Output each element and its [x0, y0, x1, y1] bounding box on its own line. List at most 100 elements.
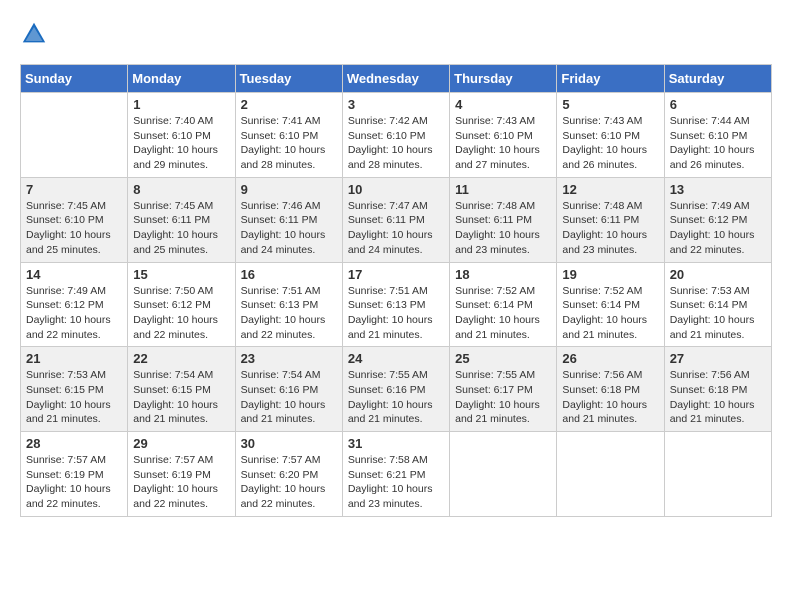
day-cell: 8 Sunrise: 7:45 AMSunset: 6:11 PMDaylight…	[128, 177, 235, 262]
day-number: 2	[241, 97, 337, 112]
day-info: Sunrise: 7:48 AMSunset: 6:11 PMDaylight:…	[455, 199, 551, 258]
day-number: 16	[241, 267, 337, 282]
day-info: Sunrise: 7:56 AMSunset: 6:18 PMDaylight:…	[562, 368, 658, 427]
day-cell: 14 Sunrise: 7:49 AMSunset: 6:12 PMDayligh…	[21, 262, 128, 347]
day-cell: 30 Sunrise: 7:57 AMSunset: 6:20 PMDayligh…	[235, 432, 342, 517]
day-info: Sunrise: 7:53 AMSunset: 6:14 PMDaylight:…	[670, 284, 766, 343]
day-cell: 3 Sunrise: 7:42 AMSunset: 6:10 PMDaylight…	[342, 93, 449, 178]
day-number: 15	[133, 267, 229, 282]
day-cell: 26 Sunrise: 7:56 AMSunset: 6:18 PMDayligh…	[557, 347, 664, 432]
day-number: 27	[670, 351, 766, 366]
day-number: 4	[455, 97, 551, 112]
day-cell: 9 Sunrise: 7:46 AMSunset: 6:11 PMDaylight…	[235, 177, 342, 262]
day-info: Sunrise: 7:48 AMSunset: 6:11 PMDaylight:…	[562, 199, 658, 258]
week-row-5: 28 Sunrise: 7:57 AMSunset: 6:19 PMDayligh…	[21, 432, 772, 517]
day-info: Sunrise: 7:49 AMSunset: 6:12 PMDaylight:…	[670, 199, 766, 258]
day-number: 22	[133, 351, 229, 366]
day-cell: 17 Sunrise: 7:51 AMSunset: 6:13 PMDayligh…	[342, 262, 449, 347]
day-number: 11	[455, 182, 551, 197]
day-info: Sunrise: 7:57 AMSunset: 6:19 PMDaylight:…	[133, 453, 229, 512]
day-cell: 22 Sunrise: 7:54 AMSunset: 6:15 PMDayligh…	[128, 347, 235, 432]
day-cell: 24 Sunrise: 7:55 AMSunset: 6:16 PMDayligh…	[342, 347, 449, 432]
header-tuesday: Tuesday	[235, 65, 342, 93]
day-number: 24	[348, 351, 444, 366]
day-number: 28	[26, 436, 122, 451]
day-info: Sunrise: 7:56 AMSunset: 6:18 PMDaylight:…	[670, 368, 766, 427]
week-row-3: 14 Sunrise: 7:49 AMSunset: 6:12 PMDayligh…	[21, 262, 772, 347]
day-cell: 29Sunrise: 7:57 AMSunset: 6:19 PMDayligh…	[128, 432, 235, 517]
day-number: 13	[670, 182, 766, 197]
day-cell: 1Sunrise: 7:40 AMSunset: 6:10 PMDaylight…	[128, 93, 235, 178]
day-cell	[664, 432, 771, 517]
day-info: Sunrise: 7:40 AMSunset: 6:10 PMDaylight:…	[133, 114, 229, 173]
day-info: Sunrise: 7:52 AMSunset: 6:14 PMDaylight:…	[455, 284, 551, 343]
day-cell: 4Sunrise: 7:43 AMSunset: 6:10 PMDaylight…	[450, 93, 557, 178]
day-cell: 15Sunrise: 7:50 AMSunset: 6:12 PMDayligh…	[128, 262, 235, 347]
day-number: 3	[348, 97, 444, 112]
header-monday: Monday	[128, 65, 235, 93]
day-number: 14	[26, 267, 122, 282]
day-number: 6	[670, 97, 766, 112]
day-info: Sunrise: 7:45 AMSunset: 6:11 PMDaylight:…	[133, 199, 229, 258]
day-info: Sunrise: 7:54 AMSunset: 6:16 PMDaylight:…	[241, 368, 337, 427]
day-number: 20	[670, 267, 766, 282]
week-row-2: 7Sunrise: 7:45 AMSunset: 6:10 PMDaylight…	[21, 177, 772, 262]
day-number: 12	[562, 182, 658, 197]
calendar-header-row: SundayMondayTuesdayWednesdayThursdayFrid…	[21, 65, 772, 93]
day-cell: 7Sunrise: 7:45 AMSunset: 6:10 PMDaylight…	[21, 177, 128, 262]
page-header	[20, 20, 772, 48]
day-info: Sunrise: 7:54 AMSunset: 6:15 PMDaylight:…	[133, 368, 229, 427]
day-cell: 31 Sunrise: 7:58 AMSunset: 6:21 PMDayligh…	[342, 432, 449, 517]
day-cell: 20 Sunrise: 7:53 AMSunset: 6:14 PMDayligh…	[664, 262, 771, 347]
day-number: 10	[348, 182, 444, 197]
day-info: Sunrise: 7:51 AMSunset: 6:13 PMDaylight:…	[348, 284, 444, 343]
day-number: 31	[348, 436, 444, 451]
day-info: Sunrise: 7:57 AMSunset: 6:19 PMDaylight:…	[26, 453, 122, 512]
calendar-table: SundayMondayTuesdayWednesdayThursdayFrid…	[20, 64, 772, 517]
day-number: 23	[241, 351, 337, 366]
day-cell: 18 Sunrise: 7:52 AMSunset: 6:14 PMDayligh…	[450, 262, 557, 347]
day-number: 26	[562, 351, 658, 366]
day-number: 19	[562, 267, 658, 282]
day-info: Sunrise: 7:49 AMSunset: 6:12 PMDaylight:…	[26, 284, 122, 343]
day-info: Sunrise: 7:52 AMSunset: 6:14 PMDaylight:…	[562, 284, 658, 343]
header-friday: Friday	[557, 65, 664, 93]
day-info: Sunrise: 7:53 AMSunset: 6:15 PMDaylight:…	[26, 368, 122, 427]
day-cell: 13 Sunrise: 7:49 AMSunset: 6:12 PMDayligh…	[664, 177, 771, 262]
day-cell	[450, 432, 557, 517]
day-cell: 12 Sunrise: 7:48 AMSunset: 6:11 PMDayligh…	[557, 177, 664, 262]
day-cell: 11 Sunrise: 7:48 AMSunset: 6:11 PMDayligh…	[450, 177, 557, 262]
day-number: 18	[455, 267, 551, 282]
day-cell: 5 Sunrise: 7:43 AMSunset: 6:10 PMDaylight…	[557, 93, 664, 178]
week-row-1: 1Sunrise: 7:40 AMSunset: 6:10 PMDaylight…	[21, 93, 772, 178]
header-thursday: Thursday	[450, 65, 557, 93]
day-number: 9	[241, 182, 337, 197]
day-info: Sunrise: 7:55 AMSunset: 6:16 PMDaylight:…	[348, 368, 444, 427]
day-info: Sunrise: 7:42 AMSunset: 6:10 PMDaylight:…	[348, 114, 444, 173]
day-cell: 27 Sunrise: 7:56 AMSunset: 6:18 PMDayligh…	[664, 347, 771, 432]
day-number: 8	[133, 182, 229, 197]
day-info: Sunrise: 7:58 AMSunset: 6:21 PMDaylight:…	[348, 453, 444, 512]
day-cell: 2Sunrise: 7:41 AMSunset: 6:10 PMDaylight…	[235, 93, 342, 178]
day-cell: 21Sunrise: 7:53 AMSunset: 6:15 PMDayligh…	[21, 347, 128, 432]
day-number: 30	[241, 436, 337, 451]
day-info: Sunrise: 7:57 AMSunset: 6:20 PMDaylight:…	[241, 453, 337, 512]
day-cell	[21, 93, 128, 178]
day-cell: 6Sunrise: 7:44 AMSunset: 6:10 PMDaylight…	[664, 93, 771, 178]
day-info: Sunrise: 7:43 AMSunset: 6:10 PMDaylight:…	[562, 114, 658, 173]
day-number: 17	[348, 267, 444, 282]
logo-icon	[20, 20, 48, 48]
day-number: 5	[562, 97, 658, 112]
day-info: Sunrise: 7:47 AMSunset: 6:11 PMDaylight:…	[348, 199, 444, 258]
day-number: 7	[26, 182, 122, 197]
day-cell: 16 Sunrise: 7:51 AMSunset: 6:13 PMDayligh…	[235, 262, 342, 347]
day-cell: 28 Sunrise: 7:57 AMSunset: 6:19 PMDayligh…	[21, 432, 128, 517]
day-info: Sunrise: 7:51 AMSunset: 6:13 PMDaylight:…	[241, 284, 337, 343]
logo	[20, 20, 52, 48]
header-wednesday: Wednesday	[342, 65, 449, 93]
header-saturday: Saturday	[664, 65, 771, 93]
day-cell	[557, 432, 664, 517]
day-info: Sunrise: 7:46 AMSunset: 6:11 PMDaylight:…	[241, 199, 337, 258]
day-info: Sunrise: 7:55 AMSunset: 6:17 PMDaylight:…	[455, 368, 551, 427]
week-row-4: 21Sunrise: 7:53 AMSunset: 6:15 PMDayligh…	[21, 347, 772, 432]
